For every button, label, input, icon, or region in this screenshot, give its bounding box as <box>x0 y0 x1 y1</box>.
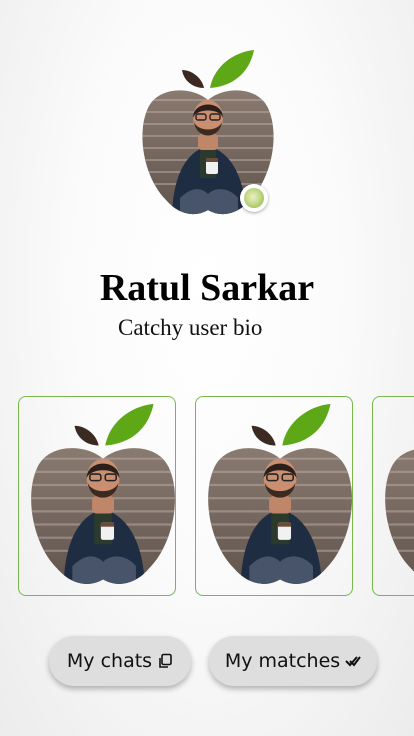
apple-photo-frame <box>19 397 175 595</box>
profile-photo[interactable] <box>138 48 278 220</box>
my-matches-label: My matches <box>224 650 341 672</box>
copy-icon <box>157 653 173 669</box>
match-card[interactable] <box>18 396 176 596</box>
profile-name: Ratul Sarkar <box>99 267 315 309</box>
my-matches-button[interactable]: My matches <box>209 636 377 686</box>
profile-bio: Catchy user bio <box>118 315 263 340</box>
my-chats-button[interactable]: My chats <box>49 636 191 686</box>
apple-photo-frame <box>373 397 414 595</box>
my-chats-label: My chats <box>66 650 153 672</box>
double-check-icon <box>345 654 361 668</box>
match-card[interactable] <box>372 396 414 596</box>
matches-carousel[interactable] <box>0 396 414 596</box>
match-card[interactable] <box>195 396 353 596</box>
online-status-icon <box>240 184 268 212</box>
apple-photo-frame <box>196 397 352 595</box>
